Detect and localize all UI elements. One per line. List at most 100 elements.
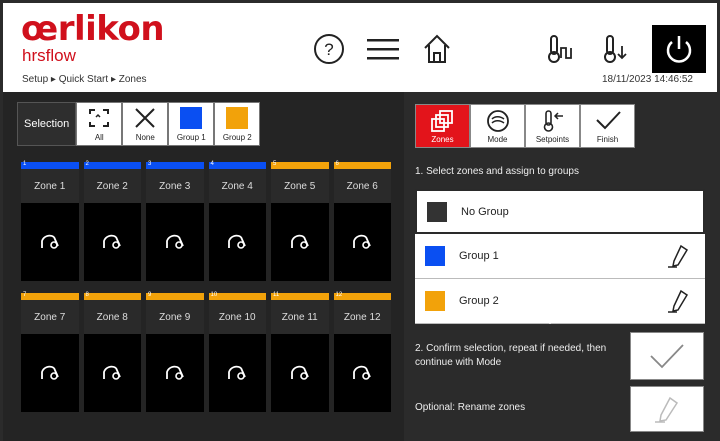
help-icon[interactable]: ? xyxy=(309,29,349,69)
zone-group-strip: 2 xyxy=(83,161,141,169)
selection-label: Selection xyxy=(17,102,77,146)
group-item-group1[interactable]: Group 1 xyxy=(415,234,705,279)
nozzle-icon xyxy=(163,228,187,257)
tab-mode-label: Mode xyxy=(487,135,508,144)
zone-tile[interactable]: 8 Zone 8 xyxy=(83,292,141,412)
group-name: Group 2 xyxy=(459,295,499,307)
nozzle-icon xyxy=(350,228,374,257)
pencil-icon[interactable] xyxy=(667,243,691,269)
zone-body xyxy=(271,203,329,281)
select-group2-label: Group 2 xyxy=(222,133,252,142)
nozzle-icon xyxy=(163,359,187,388)
zone-number: 12 xyxy=(335,292,343,298)
rename-zones-button[interactable] xyxy=(630,386,704,432)
zone-group-strip: 9 xyxy=(146,292,204,300)
zone-number: 2 xyxy=(85,161,89,167)
zone-tile[interactable]: 9 Zone 9 xyxy=(146,292,204,412)
home-icon[interactable] xyxy=(417,29,457,69)
zone-group-strip: 5 xyxy=(271,161,329,169)
select-group1-button[interactable]: Group 1 xyxy=(168,102,215,146)
zone-row: 1 Zone 1 2 Zone 2 3 Zone 3 4 Zone 4 5 Zone 5 6 Zone… xyxy=(21,161,391,281)
zone-body xyxy=(146,334,204,412)
zone-label: Zone 12 xyxy=(333,300,391,334)
temperature-icon[interactable] xyxy=(541,29,581,69)
zone-group-strip: 7 xyxy=(21,292,79,300)
zone-number: 4 xyxy=(210,161,214,167)
scroll-down-indicator[interactable] xyxy=(543,318,557,324)
tab-zones[interactable]: Zones xyxy=(415,104,470,148)
zone-number: 7 xyxy=(23,292,27,298)
select-all-button[interactable]: All xyxy=(76,102,123,146)
nozzle-icon xyxy=(100,359,124,388)
zones-panel: Selection All None Group 1 Group 2 1 Zone… xyxy=(0,92,404,441)
zone-group-strip: 11 xyxy=(271,292,329,300)
nozzle-icon xyxy=(38,228,62,257)
zones-icon xyxy=(430,110,453,132)
zone-grid: 1 Zone 1 2 Zone 2 3 Zone 3 4 Zone 4 5 Zone 5 6 Zone… xyxy=(21,161,391,412)
zone-number: 11 xyxy=(273,292,280,298)
zone-tile[interactable]: 7 Zone 7 xyxy=(21,292,79,412)
zone-body xyxy=(146,203,204,281)
zone-tile[interactable]: 6 Zone 6 xyxy=(333,161,391,281)
nozzle-icon xyxy=(38,359,62,388)
breadcrumb: Setup ▸ Quick Start ▸ Zones xyxy=(22,74,147,85)
zone-number: 9 xyxy=(148,292,152,298)
zone-body xyxy=(333,203,391,281)
zone-number: 3 xyxy=(148,161,152,167)
group-item-group2[interactable]: Group 2 xyxy=(415,279,705,324)
zone-body xyxy=(21,334,79,412)
check-icon xyxy=(595,111,621,130)
temperature-down-icon[interactable] xyxy=(597,29,637,69)
zone-label: Zone 2 xyxy=(83,169,141,203)
zone-tile[interactable]: 1 Zone 1 xyxy=(21,161,79,281)
zone-number: 5 xyxy=(273,161,277,167)
zone-body xyxy=(333,334,391,412)
zone-body xyxy=(208,334,266,412)
brand-logo: œrlikon xyxy=(21,9,165,49)
group1-swatch xyxy=(180,107,203,129)
tab-mode[interactable]: Mode xyxy=(470,104,525,148)
zone-number: 6 xyxy=(335,161,339,167)
nozzle-icon xyxy=(350,359,374,388)
zone-tile[interactable]: 3 Zone 3 xyxy=(146,161,204,281)
zone-tile[interactable]: 12 Zone 12 xyxy=(333,292,391,412)
select-all-icon xyxy=(89,109,110,127)
tab-zones-label: Zones xyxy=(431,135,454,144)
zone-tile[interactable]: 11 Zone 11 xyxy=(271,292,329,412)
select-none-label: None xyxy=(135,133,155,142)
svg-text:?: ? xyxy=(324,40,333,59)
pencil-icon[interactable] xyxy=(667,288,691,314)
confirm-button[interactable] xyxy=(630,332,704,380)
tab-finish[interactable]: Finish xyxy=(580,104,635,148)
pencil-icon xyxy=(655,396,679,423)
zone-tile[interactable]: 2 Zone 2 xyxy=(83,161,141,281)
zone-body xyxy=(83,203,141,281)
datetime-display: 18/11/2023 14:46:52 xyxy=(601,74,693,85)
zone-label: Zone 11 xyxy=(271,300,329,334)
power-icon xyxy=(666,36,692,63)
zone-group-strip: 4 xyxy=(208,161,266,169)
check-icon xyxy=(650,344,684,369)
zone-row: 7 Zone 7 8 Zone 8 9 Zone 9 10 Zone 10 11 Zone 11 1… xyxy=(21,292,391,412)
power-button[interactable] xyxy=(652,25,706,73)
tab-setpoints-label: Setpoints xyxy=(535,135,570,144)
zone-tile[interactable]: 5 Zone 5 xyxy=(271,161,329,281)
zone-group-strip: 1 xyxy=(21,161,79,169)
zone-tile[interactable]: 4 Zone 4 xyxy=(208,161,266,281)
group-item-no-group[interactable]: No Group xyxy=(415,189,705,234)
close-icon xyxy=(135,108,155,128)
wizard-tabs: Zones Mode Setpoints Finish xyxy=(415,104,635,148)
select-none-button[interactable]: None xyxy=(122,102,169,146)
zone-label: Zone 1 xyxy=(21,169,79,203)
tab-setpoints[interactable]: Setpoints xyxy=(525,104,580,148)
select-group2-button[interactable]: Group 2 xyxy=(214,102,261,146)
zone-number: 10 xyxy=(210,292,218,298)
group-name: Group 1 xyxy=(459,250,499,262)
zone-group-strip: 3 xyxy=(146,161,204,169)
zone-tile[interactable]: 10 Zone 10 xyxy=(208,292,266,412)
step2-instruction: 2. Confirm selection, repeat if needed, … xyxy=(415,343,607,368)
selection-toolbar: Selection All None Group 1 Group 2 xyxy=(17,102,261,146)
no-group-swatch xyxy=(427,201,447,222)
nozzle-icon xyxy=(225,359,249,388)
menu-icon[interactable] xyxy=(363,29,403,69)
